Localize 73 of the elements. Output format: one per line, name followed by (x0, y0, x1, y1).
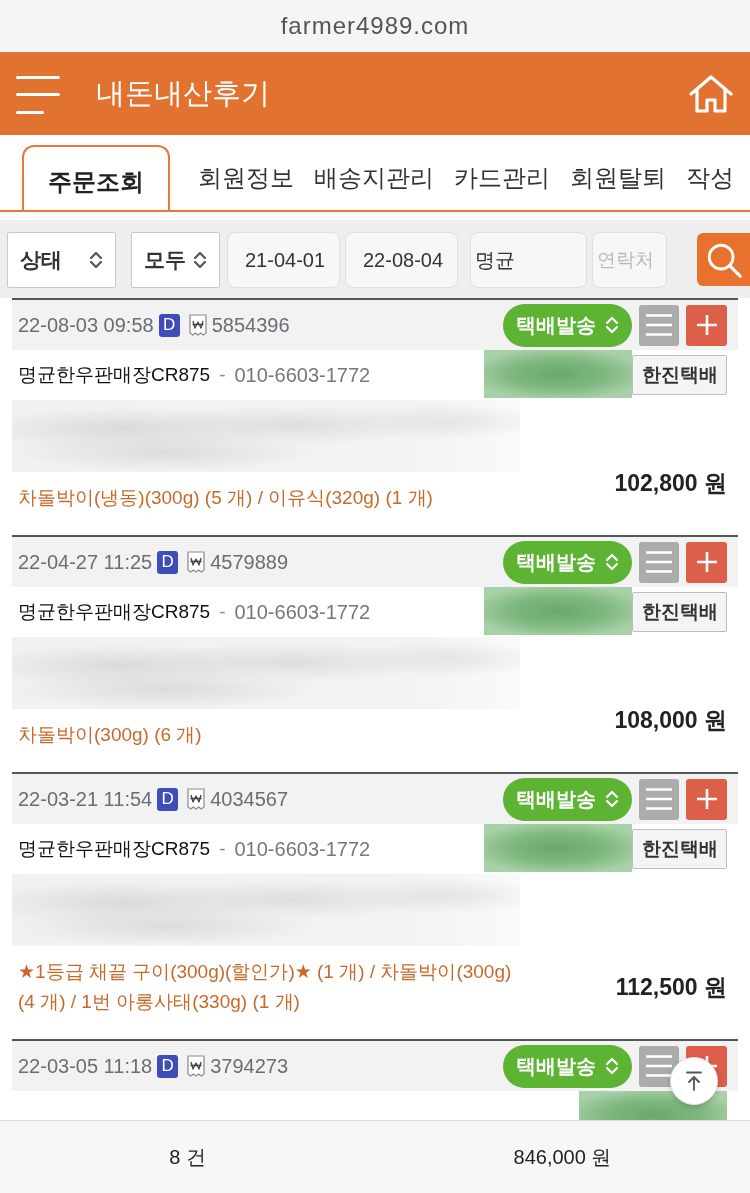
date-field[interactable]: 21-04-01 (227, 232, 340, 288)
phone-number: 010-6603-1772 (234, 600, 371, 624)
arrow-up-icon (686, 1071, 702, 1091)
order-number: 4579889 (210, 550, 289, 574)
order-number: 4034567 (210, 787, 289, 811)
plus-icon (696, 552, 717, 572)
search-button[interactable] (697, 233, 750, 286)
letter-badge: D (158, 313, 180, 337)
order-total: 102,800 원 (614, 469, 727, 498)
add-button[interactable] (686, 541, 727, 583)
date-field[interactable]: 22-08-04 (345, 232, 458, 288)
receipt-icon (187, 1055, 206, 1077)
store-name: 명균한우판매장CR875 (18, 363, 211, 387)
page-title: 내돈내산후기 (96, 75, 270, 111)
total-amount: 846,000 원 (513, 1144, 612, 1170)
courier-button[interactable]: 한진택배 (632, 829, 727, 869)
tab[interactable]: 주문조회 (22, 145, 170, 210)
order-number: 5854396 (211, 313, 290, 337)
scope-select[interactable]: 모두 (131, 232, 220, 288)
order-date: 22-04-27 11:25 (18, 550, 153, 574)
tab[interactable]: 회원정보 (188, 145, 304, 210)
store-name: 명균한우판매장CR875 (18, 837, 211, 861)
chevron-icon (605, 315, 619, 335)
order-items: 차돌박이(냉동)(300g) (5 개) / 이유식(320g) (1 개) (18, 486, 434, 510)
tab[interactable]: 카드관리 (444, 145, 560, 210)
menu-button[interactable] (639, 778, 679, 820)
letter-badge: D (157, 787, 179, 811)
letter-badge: D (157, 550, 179, 574)
order-items: 차돌박이(300g) (6 개) (18, 723, 203, 747)
store-name: 명균한우판매장CR875 (18, 600, 211, 624)
order-date: 22-03-21 11:54 (18, 787, 153, 811)
order-count: 8 건 (169, 1144, 206, 1170)
home-icon[interactable] (689, 74, 733, 113)
courier-button[interactable]: 한진택배 (632, 355, 727, 395)
tab[interactable]: 회원탈퇴 (560, 145, 676, 210)
address-bar[interactable]: farmer4989.com (0, 0, 750, 52)
phone-number: 010-6603-1772 (234, 363, 371, 387)
order-date: 22-08-03 09:58 (18, 313, 154, 337)
chevron-icon (605, 552, 619, 572)
tab[interactable]: 작성 (676, 145, 744, 210)
chevron-icon (193, 250, 207, 270)
order-date: 22-03-05 11:18 (18, 1054, 153, 1078)
dash: - (219, 838, 226, 860)
receipt-icon (188, 314, 207, 336)
chevron-icon (605, 1056, 619, 1076)
menu-icon (646, 314, 672, 336)
plus-icon (696, 789, 717, 809)
letter-badge: D (157, 1054, 179, 1078)
chevron-icon (605, 789, 619, 809)
order-items: ★1등급 채끝 구이(300g)(할인가)★ (1 개) / 차돌박이(300g) (4 개) / 1번 아롱사태(330g) (1 개) (18, 960, 513, 1014)
order-number: 3794273 (210, 1054, 289, 1078)
dash: - (219, 364, 226, 386)
receipt-icon (187, 788, 206, 810)
menu-icon[interactable] (16, 75, 60, 114)
receipt-icon (187, 551, 206, 573)
menu-button[interactable] (639, 304, 679, 346)
add-button[interactable] (686, 304, 727, 346)
add-button[interactable] (686, 778, 727, 820)
order-total: 112,500 원 (615, 973, 727, 1002)
courier-button[interactable]: 한진택배 (632, 592, 727, 632)
status-select[interactable]: 상태 (7, 232, 116, 288)
phone-number: 010-6603-1772 (234, 837, 371, 861)
dash: - (219, 601, 226, 623)
chevron-icon (89, 250, 103, 270)
menu-icon (646, 1055, 672, 1077)
tab[interactable]: 배송지관리 (304, 145, 444, 210)
menu-button[interactable] (639, 541, 679, 583)
contact-field[interactable]: 연락처 (592, 232, 667, 288)
name-field[interactable]: 명균 (470, 232, 587, 288)
plus-icon (696, 315, 717, 335)
order-total: 108,000 원 (614, 706, 727, 735)
menu-icon (646, 551, 672, 573)
menu-icon (646, 788, 672, 810)
